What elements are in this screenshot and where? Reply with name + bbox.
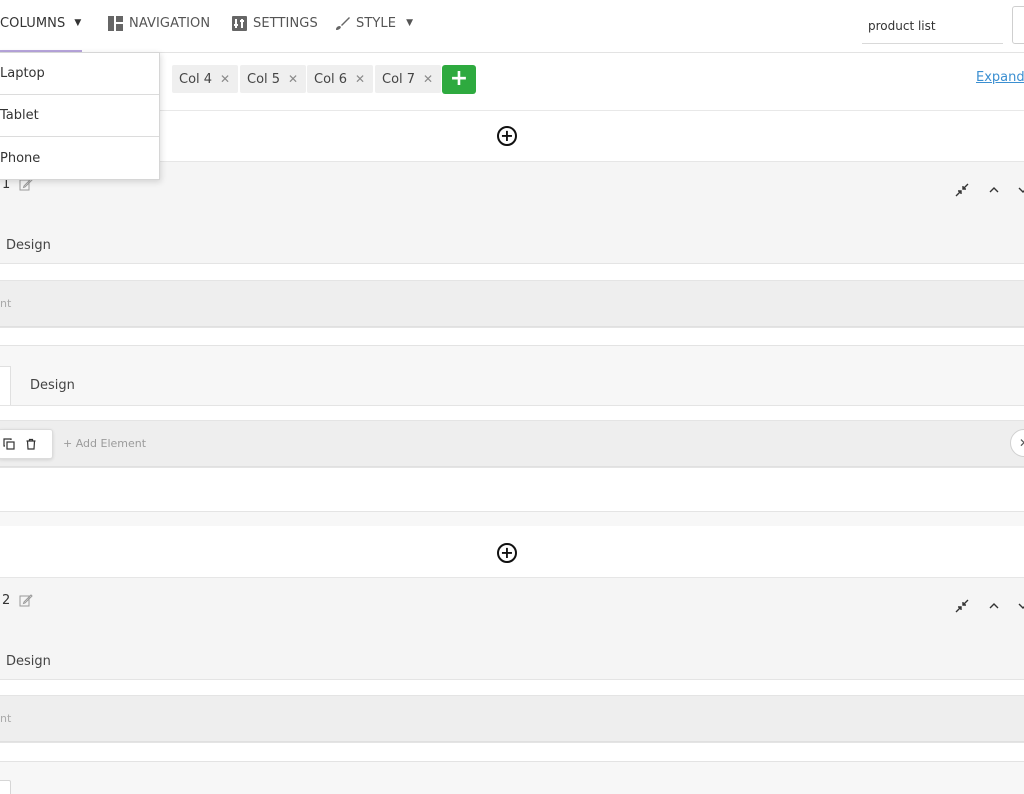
section-content-area: nt bbox=[0, 696, 1024, 742]
add-section-area: + bbox=[0, 527, 1024, 577]
collapse-icon[interactable] bbox=[955, 598, 969, 613]
tab-design[interactable]: Design bbox=[30, 378, 75, 393]
faint-placeholder: nt bbox=[0, 297, 12, 310]
menu-item-laptop[interactable]: Laptop bbox=[0, 53, 159, 95]
tab-design[interactable]: Design bbox=[6, 238, 51, 253]
close-icon[interactable]: ✕ bbox=[220, 72, 230, 86]
navigation-button[interactable]: NAVIGATION bbox=[108, 0, 210, 46]
row-toolbar-area: + Add Element ✕ bbox=[0, 421, 1024, 467]
caret-down-icon: ▼ bbox=[406, 18, 414, 28]
chip-label: Col 5 bbox=[247, 71, 281, 87]
section-divider bbox=[0, 742, 1024, 763]
column-chip[interactable]: Col 6 ✕ bbox=[307, 65, 374, 93]
close-icon[interactable]: ✕ bbox=[1010, 429, 1024, 457]
toolbar-edge-button[interactable] bbox=[1012, 6, 1024, 44]
row-block bbox=[0, 761, 1024, 794]
collapse-icon[interactable] bbox=[955, 182, 969, 197]
chip-label: Col 4 bbox=[179, 71, 213, 87]
column-chip[interactable]: Col 5 ✕ bbox=[240, 65, 307, 93]
section-block: 1 Design nt bbox=[0, 161, 1024, 347]
add-section-plus-icon[interactable]: + bbox=[497, 543, 517, 563]
chip-label: Col 7 bbox=[382, 71, 416, 87]
style-menu-button[interactable]: STYLE ▼ bbox=[335, 0, 413, 46]
chevron-up-icon[interactable] bbox=[987, 182, 1001, 196]
caret-down-icon: ▼ bbox=[74, 18, 82, 28]
element-tools bbox=[0, 429, 53, 459]
close-icon[interactable]: ✕ bbox=[423, 72, 433, 86]
columns-dropdown-menu: Laptop Tablet Phone bbox=[0, 52, 160, 180]
menu-item-phone[interactable]: Phone bbox=[0, 137, 159, 179]
settings-button[interactable]: SETTINGS bbox=[232, 0, 318, 46]
search-input[interactable] bbox=[862, 8, 1003, 44]
navigation-label: NAVIGATION bbox=[129, 15, 211, 31]
settings-label: SETTINGS bbox=[253, 15, 318, 31]
add-element-button[interactable]: + Add Element bbox=[63, 437, 146, 450]
columns-label: COLUMNS bbox=[0, 15, 66, 31]
columns-menu-button[interactable]: COLUMNS ▼ bbox=[0, 0, 81, 46]
section-title: 2 bbox=[2, 593, 11, 608]
chevron-down-icon[interactable] bbox=[1016, 598, 1024, 612]
menu-item-tablet[interactable]: Tablet bbox=[0, 95, 159, 137]
close-icon[interactable]: ✕ bbox=[355, 72, 365, 86]
column-chip[interactable]: Col 4 ✕ bbox=[172, 65, 239, 93]
expand-link[interactable]: Expand bbox=[976, 70, 1024, 85]
row-body bbox=[0, 467, 1024, 512]
style-label: STYLE bbox=[356, 15, 397, 31]
tab-design[interactable]: Design bbox=[6, 654, 51, 669]
chevron-down-icon[interactable] bbox=[1016, 182, 1024, 196]
row-divider bbox=[0, 405, 1024, 421]
section-block: 2 Design nt bbox=[0, 577, 1024, 763]
row-block: Design + Add Element ✕ bbox=[0, 345, 1024, 526]
tab-content-active[interactable] bbox=[0, 366, 11, 406]
tab-content-active[interactable] bbox=[0, 780, 11, 794]
section-content-area: nt bbox=[0, 281, 1024, 327]
section-divider bbox=[0, 327, 1024, 347]
add-column-button[interactable]: + bbox=[442, 65, 476, 94]
section-divider bbox=[0, 679, 1024, 696]
paintbrush-icon bbox=[335, 16, 350, 31]
column-chip[interactable]: Col 7 ✕ bbox=[375, 65, 442, 93]
edit-icon[interactable] bbox=[19, 592, 33, 607]
top-toolbar: COLUMNS ▼ NAVIGATION SETTINGS STYLE ▼ bbox=[0, 0, 1024, 53]
add-section-plus-icon[interactable]: + bbox=[497, 126, 517, 146]
settings-sliders-icon bbox=[232, 15, 247, 31]
close-icon[interactable]: ✕ bbox=[288, 72, 298, 86]
faint-placeholder: nt bbox=[0, 712, 12, 725]
trash-icon[interactable] bbox=[25, 435, 37, 454]
section-divider bbox=[0, 263, 1024, 281]
copy-icon[interactable] bbox=[3, 435, 15, 454]
chevron-up-icon[interactable] bbox=[987, 598, 1001, 612]
layout-grid-icon bbox=[108, 15, 123, 31]
chip-label: Col 6 bbox=[314, 71, 348, 87]
